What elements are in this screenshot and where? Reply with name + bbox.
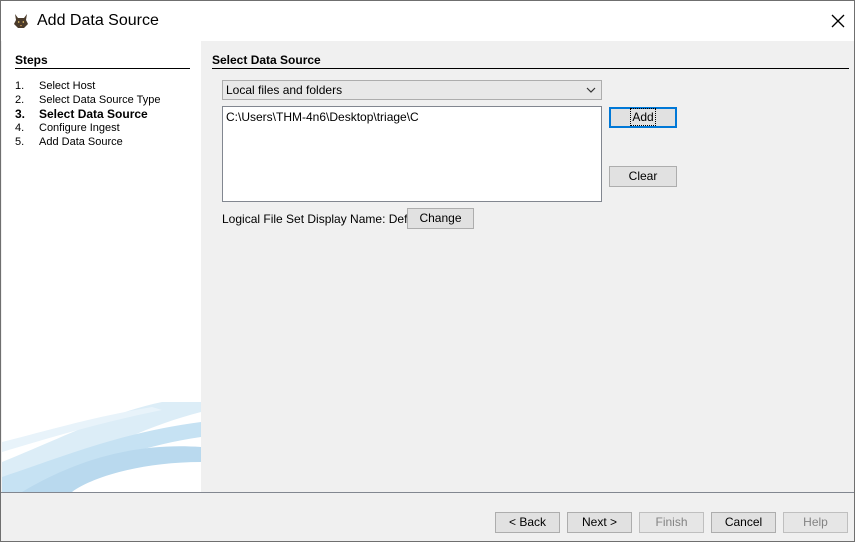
step-label: Select Host: [39, 80, 96, 92]
step-number: 1.: [15, 80, 25, 92]
back-button[interactable]: < Back: [495, 512, 560, 533]
step-label: Configure Ingest: [39, 122, 120, 134]
footer-button-bar: < Back Next > Finish Cancel Help: [1, 492, 854, 541]
cancel-button-label: Cancel: [724, 515, 763, 529]
change-button-label: Change: [419, 211, 462, 225]
steps-panel: Steps 1. Select Host 2. Select Data Source…: [2, 41, 201, 492]
change-button[interactable]: Change: [407, 208, 474, 229]
step-label: Select Data Source Type: [39, 94, 161, 106]
step-item: 4. Configure Ingest: [15, 121, 160, 135]
step-item: 5. Add Data Source: [15, 135, 160, 149]
step-label: Select Data Source: [39, 107, 148, 121]
next-button-label: Next >: [581, 515, 617, 529]
chevron-down-icon: [586, 87, 596, 93]
path-list-item[interactable]: C:\Users\THM-4n6\Desktop\triage\C: [226, 110, 419, 124]
step-item: 1. Select Host: [15, 79, 160, 93]
path-list[interactable]: C:\Users\THM-4n6\Desktop\triage\C: [222, 106, 602, 202]
step-number: 5.: [15, 136, 25, 148]
add-data-source-dialog: Add Data Source Steps 1. Select Host 2. Se…: [0, 0, 855, 542]
section-title: Select Data Source: [212, 53, 849, 69]
decorative-swoosh-image: [2, 402, 201, 492]
next-button[interactable]: Next >: [567, 512, 632, 533]
data-source-type-dropdown[interactable]: Local files and folders: [222, 80, 602, 100]
finish-button[interactable]: Finish: [639, 512, 704, 533]
step-number: 2.: [15, 94, 25, 106]
dropdown-selected-value: Local files and folders: [226, 83, 343, 97]
step-number: 3.: [15, 107, 26, 121]
autopsy-dog-icon: [14, 14, 28, 28]
steps-title: Steps: [15, 53, 190, 69]
steps-list: 1. Select Host 2. Select Data Source Type …: [15, 79, 160, 149]
step-item: 2. Select Data Source Type: [15, 93, 160, 107]
cancel-button[interactable]: Cancel: [711, 512, 776, 533]
add-button-label: Add: [630, 108, 656, 126]
add-button[interactable]: Add: [609, 107, 677, 128]
step-label: Add Data Source: [39, 136, 123, 148]
step-number: 4.: [15, 122, 25, 134]
help-button-label: Help: [803, 515, 828, 529]
title-bar: Add Data Source: [1, 1, 854, 41]
help-button[interactable]: Help: [783, 512, 848, 533]
window-title: Add Data Source: [37, 12, 159, 29]
main-panel: Select Data Source Local files and folde…: [201, 41, 854, 492]
clear-button-label: Clear: [628, 169, 658, 183]
back-button-label: < Back: [508, 515, 547, 529]
close-icon[interactable]: [830, 13, 846, 29]
display-name-label: Logical File Set Display Name: Default: [222, 212, 427, 226]
clear-button[interactable]: Clear: [609, 166, 677, 187]
finish-button-label: Finish: [655, 515, 688, 529]
step-item-current: 3. Select Data Source: [15, 107, 160, 121]
